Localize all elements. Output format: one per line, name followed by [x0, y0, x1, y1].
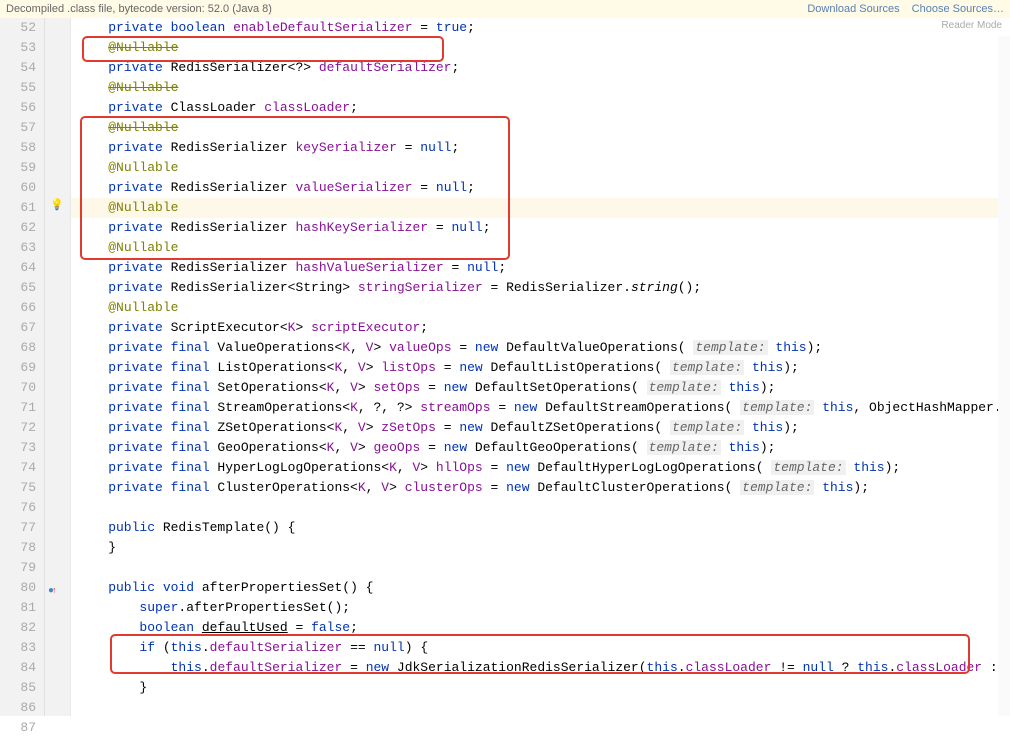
notice-text: Decompiled .class file, bytecode version… — [6, 3, 272, 15]
gutter-icon-column — [45, 18, 71, 716]
code-line[interactable]: private RedisSerializer valueSerializer … — [71, 178, 1010, 198]
code-line[interactable]: super.afterPropertiesSet(); — [71, 598, 1010, 618]
code-line[interactable]: private RedisSerializer hashValueSeriali… — [71, 258, 1010, 278]
code-line[interactable]: boolean defaultUsed = false; — [71, 618, 1010, 638]
choose-sources-link[interactable]: Choose Sources… — [912, 3, 1004, 15]
code-line[interactable]: private RedisSerializer<?> defaultSerial… — [71, 58, 1010, 78]
download-sources-link[interactable]: Download Sources — [807, 3, 899, 15]
code-line[interactable]: @Nullable — [71, 158, 1010, 178]
code-line[interactable]: @Nullable — [71, 298, 1010, 318]
code-line[interactable]: private RedisSerializer keySerializer = … — [71, 138, 1010, 158]
code-line[interactable]: @Nullable — [71, 118, 1010, 138]
code-line[interactable]: @Nullable — [71, 198, 1010, 218]
code-line[interactable]: private final ListOperations<K, V> listO… — [71, 358, 1010, 378]
code-line[interactable]: } — [71, 538, 1010, 558]
override-gutter-icon[interactable]: ●↑ — [48, 581, 57, 596]
code-line[interactable] — [71, 498, 1010, 518]
code-line[interactable]: public void afterPropertiesSet() { — [71, 578, 1010, 598]
code-line[interactable] — [71, 558, 1010, 578]
code-line[interactable]: private final StreamOperations<K, ?, ?> … — [71, 398, 1010, 418]
code-line[interactable]: private final ClusterOperations<K, V> cl… — [71, 478, 1010, 498]
code-line[interactable]: private final SetOperations<K, V> setOps… — [71, 378, 1010, 398]
code-line[interactable]: private final ValueOperations<K, V> valu… — [71, 338, 1010, 358]
code-line[interactable]: @Nullable — [71, 38, 1010, 58]
code-line[interactable]: this.defaultSerializer = new JdkSerializ… — [71, 658, 1010, 678]
line-number-gutter[interactable]: 52 53 54 55 56 57 58 59 60 61 62 63 64 6… — [0, 18, 45, 716]
code-line[interactable]: private final HyperLogLogOperations<K, V… — [71, 458, 1010, 478]
code-line[interactable]: private ScriptExecutor<K> scriptExecutor… — [71, 318, 1010, 338]
code-line[interactable]: private RedisSerializer<String> stringSe… — [71, 278, 1010, 298]
top-links: Download Sources Choose Sources… — [807, 3, 1004, 15]
lightbulb-icon[interactable]: 💡 — [50, 198, 64, 211]
editor: 52 53 54 55 56 57 58 59 60 61 62 63 64 6… — [0, 18, 1010, 716]
decompile-notice-bar: Decompiled .class file, bytecode version… — [0, 0, 1010, 18]
scrollbar[interactable] — [998, 36, 1010, 716]
code-line[interactable]: @Nullable — [71, 78, 1010, 98]
code-line[interactable]: if (this.defaultSerializer == null) { — [71, 638, 1010, 658]
code-area[interactable]: private boolean enableDefaultSerializer … — [71, 18, 1010, 716]
code-line[interactable]: private ClassLoader classLoader; — [71, 98, 1010, 118]
code-line[interactable]: } — [71, 678, 1010, 698]
code-line[interactable]: @Nullable — [71, 238, 1010, 258]
code-line[interactable]: public RedisTemplate() { — [71, 518, 1010, 538]
code-line[interactable] — [71, 698, 1010, 716]
code-line[interactable]: private RedisSerializer hashKeySerialize… — [71, 218, 1010, 238]
code-line[interactable]: private final ZSetOperations<K, V> zSetO… — [71, 418, 1010, 438]
code-line[interactable]: private final GeoOperations<K, V> geoOps… — [71, 438, 1010, 458]
code-line[interactable]: private boolean enableDefaultSerializer … — [71, 18, 1010, 38]
